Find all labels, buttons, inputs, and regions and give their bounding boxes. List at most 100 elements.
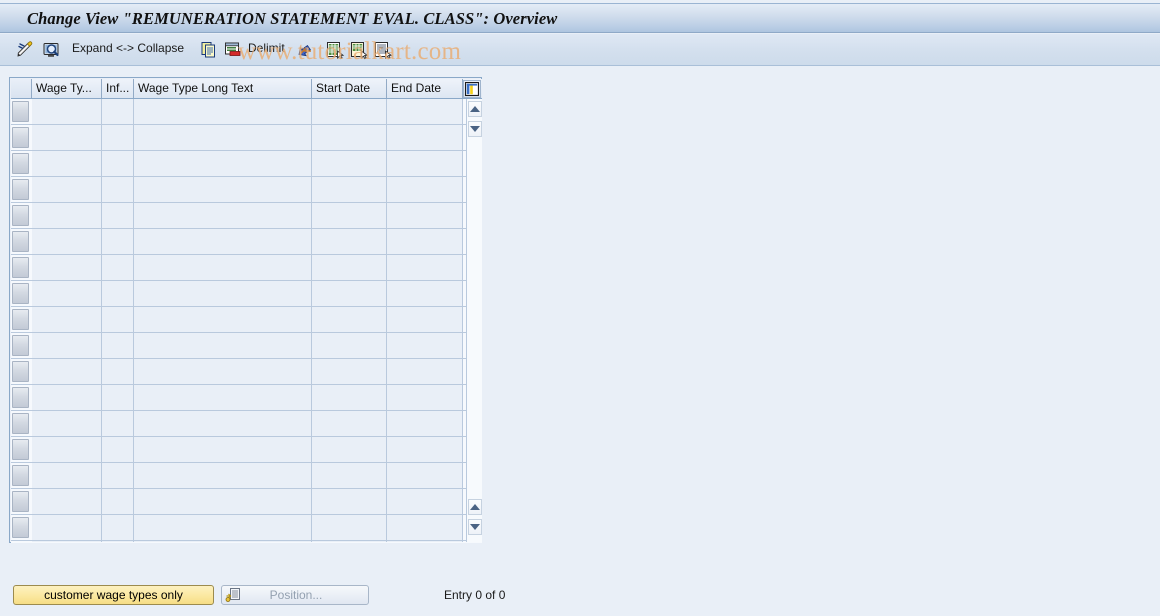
column-header-end-date[interactable]: End Date bbox=[387, 79, 463, 98]
table-cell-info-type[interactable] bbox=[102, 515, 134, 540]
row-selector-button[interactable] bbox=[12, 517, 29, 538]
select-all-button[interactable] bbox=[324, 38, 346, 62]
table-cell-end-date[interactable] bbox=[387, 151, 463, 176]
table-row[interactable] bbox=[11, 281, 466, 307]
row-selector-button[interactable] bbox=[12, 465, 29, 486]
delimit-button[interactable]: Delimit bbox=[248, 41, 285, 55]
table-cell-start-date[interactable] bbox=[312, 151, 387, 176]
table-cell-end-date[interactable] bbox=[387, 463, 463, 488]
table-cell-info-type[interactable] bbox=[102, 463, 134, 488]
column-header-info-type[interactable]: Inf... bbox=[102, 79, 134, 98]
row-selector-button[interactable] bbox=[12, 283, 29, 304]
table-cell-info-type[interactable] bbox=[102, 281, 134, 306]
column-header-start-date[interactable]: Start Date bbox=[312, 79, 387, 98]
table-cell-wage-type[interactable] bbox=[32, 307, 102, 332]
table-cell-start-date[interactable] bbox=[312, 515, 387, 540]
table-cell-end-date[interactable] bbox=[387, 385, 463, 410]
table-cell-start-date[interactable] bbox=[312, 307, 387, 332]
table-cell-wage-type[interactable] bbox=[32, 463, 102, 488]
table-cell-info-type[interactable] bbox=[102, 255, 134, 280]
table-row[interactable] bbox=[11, 125, 466, 151]
table-cell-end-date[interactable] bbox=[387, 515, 463, 540]
table-cell-end-date[interactable] bbox=[387, 437, 463, 462]
delete-button[interactable] bbox=[222, 38, 244, 62]
row-selector-button[interactable] bbox=[12, 101, 29, 122]
scroll-down-button-bottom[interactable] bbox=[468, 519, 482, 535]
table-cell-info-type[interactable] bbox=[102, 307, 134, 332]
select-block-button[interactable] bbox=[372, 38, 394, 62]
scroll-up-button-top[interactable] bbox=[468, 101, 482, 117]
table-cell-end-date[interactable] bbox=[387, 333, 463, 358]
table-cell-start-date[interactable] bbox=[312, 437, 387, 462]
copy-as-button[interactable] bbox=[198, 38, 220, 62]
table-settings-button[interactable] bbox=[463, 80, 481, 98]
table-row[interactable] bbox=[11, 437, 466, 463]
table-cell-wage-type-long-text[interactable] bbox=[134, 177, 312, 202]
table-cell-end-date[interactable] bbox=[387, 125, 463, 150]
table-cell-wage-type[interactable] bbox=[32, 255, 102, 280]
table-cell-start-date[interactable] bbox=[312, 411, 387, 436]
row-selector-button[interactable] bbox=[12, 309, 29, 330]
table-cell-wage-type[interactable] bbox=[32, 541, 102, 542]
table-cell-info-type[interactable] bbox=[102, 125, 134, 150]
table-vertical-scrollbar[interactable] bbox=[466, 99, 482, 542]
table-cell-start-date[interactable] bbox=[312, 99, 387, 124]
table-cell-wage-type-long-text[interactable] bbox=[134, 541, 312, 542]
deselect-all-button[interactable] bbox=[348, 38, 370, 62]
column-header-wage-type-long-text[interactable]: Wage Type Long Text bbox=[134, 79, 312, 98]
table-cell-wage-type-long-text[interactable] bbox=[134, 307, 312, 332]
table-cell-wage-type[interactable] bbox=[32, 411, 102, 436]
row-selector-button[interactable] bbox=[12, 439, 29, 460]
row-selector-button[interactable] bbox=[12, 335, 29, 356]
check-entries-button[interactable] bbox=[40, 38, 62, 62]
expand-collapse-button[interactable]: Expand <-> Collapse bbox=[72, 41, 184, 55]
table-cell-end-date[interactable] bbox=[387, 255, 463, 280]
table-cell-wage-type-long-text[interactable] bbox=[134, 151, 312, 176]
table-cell-wage-type-long-text[interactable] bbox=[134, 359, 312, 384]
table-row[interactable] bbox=[11, 203, 466, 229]
table-cell-start-date[interactable] bbox=[312, 203, 387, 228]
table-cell-wage-type[interactable] bbox=[32, 125, 102, 150]
table-cell-end-date[interactable] bbox=[387, 99, 463, 124]
table-row[interactable] bbox=[11, 255, 466, 281]
table-cell-wage-type-long-text[interactable] bbox=[134, 437, 312, 462]
table-cell-start-date[interactable] bbox=[312, 489, 387, 514]
table-header-corner[interactable] bbox=[11, 79, 32, 98]
table-cell-wage-type-long-text[interactable] bbox=[134, 281, 312, 306]
table-cell-wage-type[interactable] bbox=[32, 437, 102, 462]
row-selector-button[interactable] bbox=[12, 361, 29, 382]
table-cell-end-date[interactable] bbox=[387, 203, 463, 228]
table-row[interactable] bbox=[11, 177, 466, 203]
customer-wage-types-only-button[interactable]: customer wage types only bbox=[13, 585, 214, 605]
table-cell-info-type[interactable] bbox=[102, 541, 134, 542]
table-cell-wage-type-long-text[interactable] bbox=[134, 333, 312, 358]
table-cell-info-type[interactable] bbox=[102, 151, 134, 176]
table-cell-start-date[interactable] bbox=[312, 333, 387, 358]
position-button[interactable]: Position... bbox=[221, 585, 369, 605]
table-cell-info-type[interactable] bbox=[102, 359, 134, 384]
table-cell-info-type[interactable] bbox=[102, 437, 134, 462]
table-cell-start-date[interactable] bbox=[312, 385, 387, 410]
row-selector-button[interactable] bbox=[12, 387, 29, 408]
table-cell-wage-type[interactable] bbox=[32, 229, 102, 254]
table-cell-end-date[interactable] bbox=[387, 411, 463, 436]
table-cell-end-date[interactable] bbox=[387, 281, 463, 306]
column-header-wage-type[interactable]: Wage Ty... bbox=[32, 79, 102, 98]
table-cell-wage-type-long-text[interactable] bbox=[134, 463, 312, 488]
table-cell-wage-type-long-text[interactable] bbox=[134, 125, 312, 150]
row-selector-button[interactable] bbox=[12, 205, 29, 226]
table-row[interactable] bbox=[11, 515, 466, 541]
table-row[interactable] bbox=[11, 489, 466, 515]
row-selector-button[interactable] bbox=[12, 491, 29, 512]
table-cell-end-date[interactable] bbox=[387, 541, 463, 542]
table-row[interactable] bbox=[11, 151, 466, 177]
undo-button[interactable] bbox=[294, 38, 316, 62]
table-cell-wage-type-long-text[interactable] bbox=[134, 489, 312, 514]
table-cell-info-type[interactable] bbox=[102, 411, 134, 436]
table-row[interactable] bbox=[11, 541, 466, 542]
table-cell-wage-type[interactable] bbox=[32, 489, 102, 514]
table-cell-start-date[interactable] bbox=[312, 255, 387, 280]
table-row[interactable] bbox=[11, 229, 466, 255]
table-cell-info-type[interactable] bbox=[102, 385, 134, 410]
table-cell-wage-type[interactable] bbox=[32, 177, 102, 202]
